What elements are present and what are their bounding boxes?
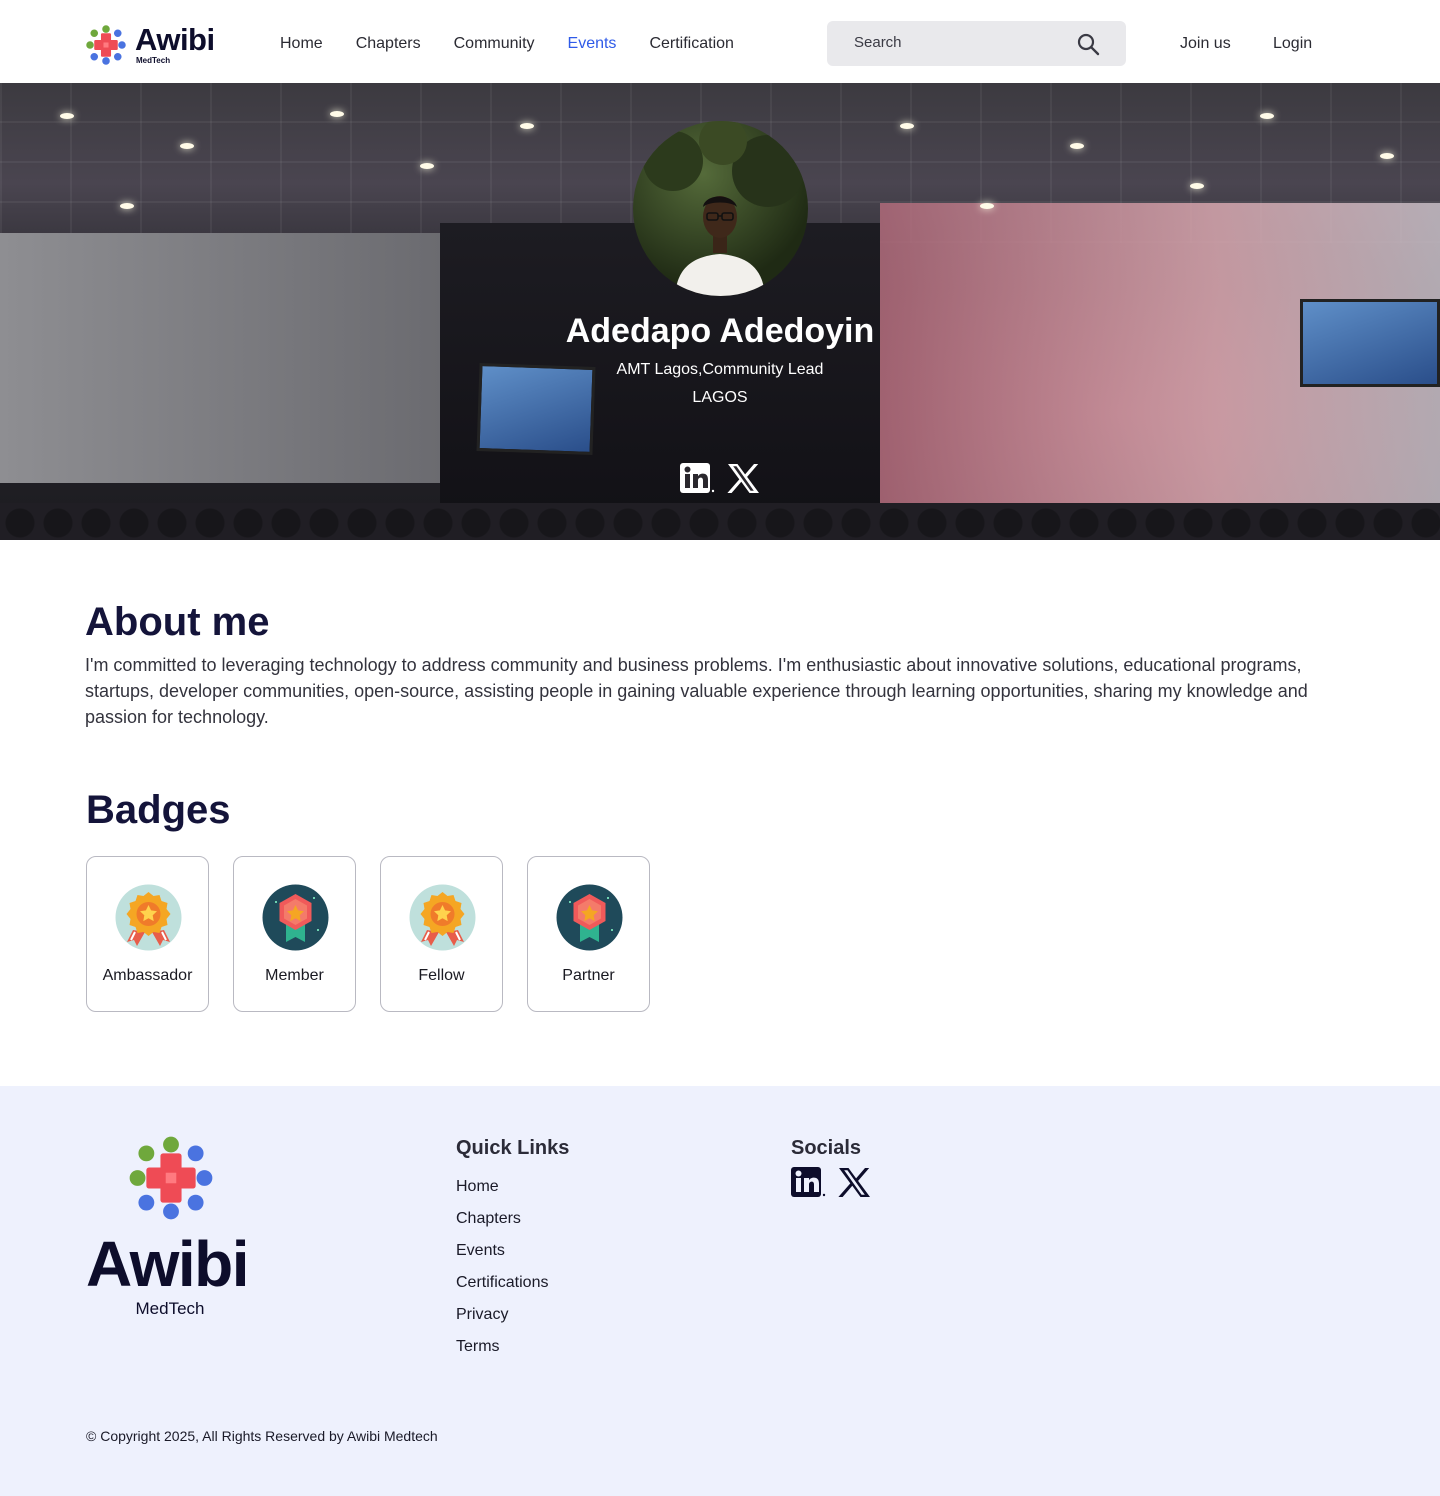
ceiling-light [900,123,914,129]
footer-brand-logo[interactable]: Awibi MedTech [86,1134,261,1319]
x-icon[interactable] [838,1167,871,1198]
main-nav: Home Chapters Community Events Certifica… [280,33,767,55]
ceiling-light [520,123,534,129]
join-us-link[interactable]: Join us [1180,33,1231,55]
ceiling-light [60,113,74,119]
linkedin-icon[interactable] [791,1167,826,1197]
teal-medal-badge-icon [556,884,623,951]
footer-brand-name: Awibi [86,1228,250,1300]
profile-role: AMT Lagos,Community Lead [616,361,824,378]
gold-medal-badge-icon [409,884,476,951]
hero-background-audience [0,503,1440,540]
quick-links-list: Home Chapters Events Certifications Priv… [456,1176,548,1368]
copyright-text: © Copyright 2025, All Rights Reserved by… [86,1428,438,1444]
badge-card-fellow[interactable]: Fellow [380,856,503,1012]
awibi-logo-icon [85,24,127,66]
ceiling-light [120,203,134,209]
brand-logo[interactable]: Awibi MedTech [85,22,225,66]
gold-medal-badge-icon [115,884,182,951]
badge-label: Ambassador [102,967,193,984]
ceiling-light [1260,113,1274,119]
ceiling-light [1070,143,1084,149]
footer-link-chapters[interactable]: Chapters [456,1208,548,1240]
nav-link-events[interactable]: Events [568,33,617,55]
badge-label: Partner [562,967,615,984]
profile-avatar[interactable] [633,121,808,296]
brand-subtitle: MedTech [136,56,171,65]
footer-brand-subtitle: MedTech [135,1299,205,1318]
brand-name: Awibi [135,22,215,57]
badges-heading: Badges [86,788,231,832]
footer-link-certifications[interactable]: Certifications [456,1272,548,1304]
login-link[interactable]: Login [1273,33,1312,55]
profile-location: LAGOS [692,389,748,406]
ceiling-light [1190,183,1204,189]
badge-card-ambassador[interactable]: Ambassador [86,856,209,1012]
linkedin-icon[interactable] [680,463,715,493]
ceiling-light [330,111,344,117]
search-input[interactable]: Search [827,21,1126,66]
awibi-logo-icon [127,1134,215,1222]
badge-card-member[interactable]: Member [233,856,356,1012]
x-icon[interactable] [727,463,760,494]
badge-label: Member [265,967,324,984]
search-icon[interactable] [1076,32,1100,56]
profile-name: Adedapo Adedoyin [565,312,875,350]
quick-links-heading: Quick Links [456,1137,570,1159]
teal-medal-badge-icon [262,884,329,951]
profile-hero: Adedapo Adedoyin AMT Lagos,Community Lea… [0,83,1440,540]
nav-link-community[interactable]: Community [454,33,535,55]
socials-heading: Socials [791,1137,862,1159]
badge-card-partner[interactable]: Partner [527,856,650,1012]
ceiling-light [1380,153,1394,159]
search-placeholder: Search [854,34,902,51]
about-heading: About me [85,600,270,644]
badge-label: Fellow [418,967,465,984]
ceiling-light [180,143,194,149]
nav-link-home[interactable]: Home [280,33,323,55]
top-navbar: Awibi MedTech Home Chapters Community Ev… [0,0,1440,83]
footer-link-events[interactable]: Events [456,1240,548,1272]
footer-link-privacy[interactable]: Privacy [456,1304,548,1336]
hero-background-wall [0,233,440,483]
ceiling-light [420,163,434,169]
ceiling-light [980,203,994,209]
footer-link-terms[interactable]: Terms [456,1336,548,1368]
about-paragraph: I'm committed to leveraging technology t… [85,655,1308,727]
nav-link-certification[interactable]: Certification [649,33,733,55]
footer-link-home[interactable]: Home [456,1176,548,1208]
nav-link-chapters[interactable]: Chapters [356,33,421,55]
avatar-portrait-image [643,121,804,296]
